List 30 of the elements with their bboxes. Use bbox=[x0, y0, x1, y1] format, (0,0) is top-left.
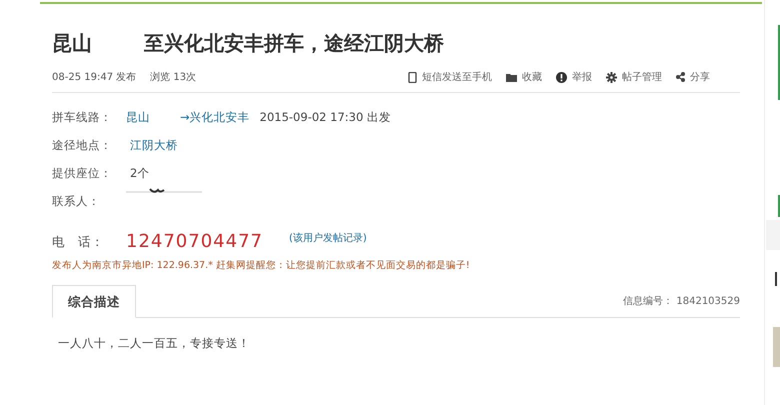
waypoint-link[interactable]: 江阴大桥 bbox=[130, 138, 178, 152]
report-link[interactable]: 举报 bbox=[556, 70, 592, 84]
field-label: 提供座位： bbox=[52, 166, 113, 180]
settings-icon bbox=[606, 72, 617, 82]
alert-icon bbox=[556, 72, 567, 82]
tab[interactable]: 综合描述 bbox=[52, 285, 136, 318]
departure-time: 2015-09-02 17:30 出发 bbox=[260, 110, 391, 124]
field-label: 联系人： bbox=[52, 194, 101, 208]
post-title: 至兴化北安丰拼车，途经江阴大桥 bbox=[144, 30, 444, 56]
info-id: 信息编号： 1842103529 bbox=[623, 294, 740, 308]
post-date: 08-25 19:47 发布 bbox=[52, 71, 136, 84]
warning-text: 发布人为南京市异地IP: 122.96.37.* 赶集网提醒您：让您提前汇款或者不见面交易的都是骗子! bbox=[52, 259, 471, 273]
description-text: 一人八十，二人一百五，专接专送！ bbox=[57, 335, 251, 351]
share-link[interactable]: 分享 bbox=[676, 70, 710, 84]
view-count: 浏览 13次 bbox=[150, 70, 196, 84]
history-link[interactable]: (该用户发帖记录) bbox=[288, 231, 367, 245]
field-label: 拼车线路： bbox=[52, 110, 113, 124]
sms-link[interactable]: 短信发送至手机 bbox=[408, 70, 492, 84]
destination-link[interactable]: →兴化北安丰 bbox=[180, 110, 250, 124]
share-icon bbox=[676, 72, 685, 82]
phone-icon bbox=[408, 72, 417, 82]
field-label: 电 话： bbox=[52, 234, 105, 250]
seats-value: 2个 bbox=[130, 166, 150, 180]
origin-link[interactable]: 昆山 bbox=[126, 110, 150, 124]
favorite-link[interactable]: 收藏 bbox=[506, 70, 542, 84]
manage-link[interactable]: 帖子管理 bbox=[606, 70, 662, 84]
field-label: 途径地点： bbox=[52, 138, 113, 152]
phone-number: 12470704477 bbox=[126, 232, 263, 252]
origin-title: 昆山 bbox=[52, 30, 92, 56]
folder-icon bbox=[506, 72, 517, 82]
